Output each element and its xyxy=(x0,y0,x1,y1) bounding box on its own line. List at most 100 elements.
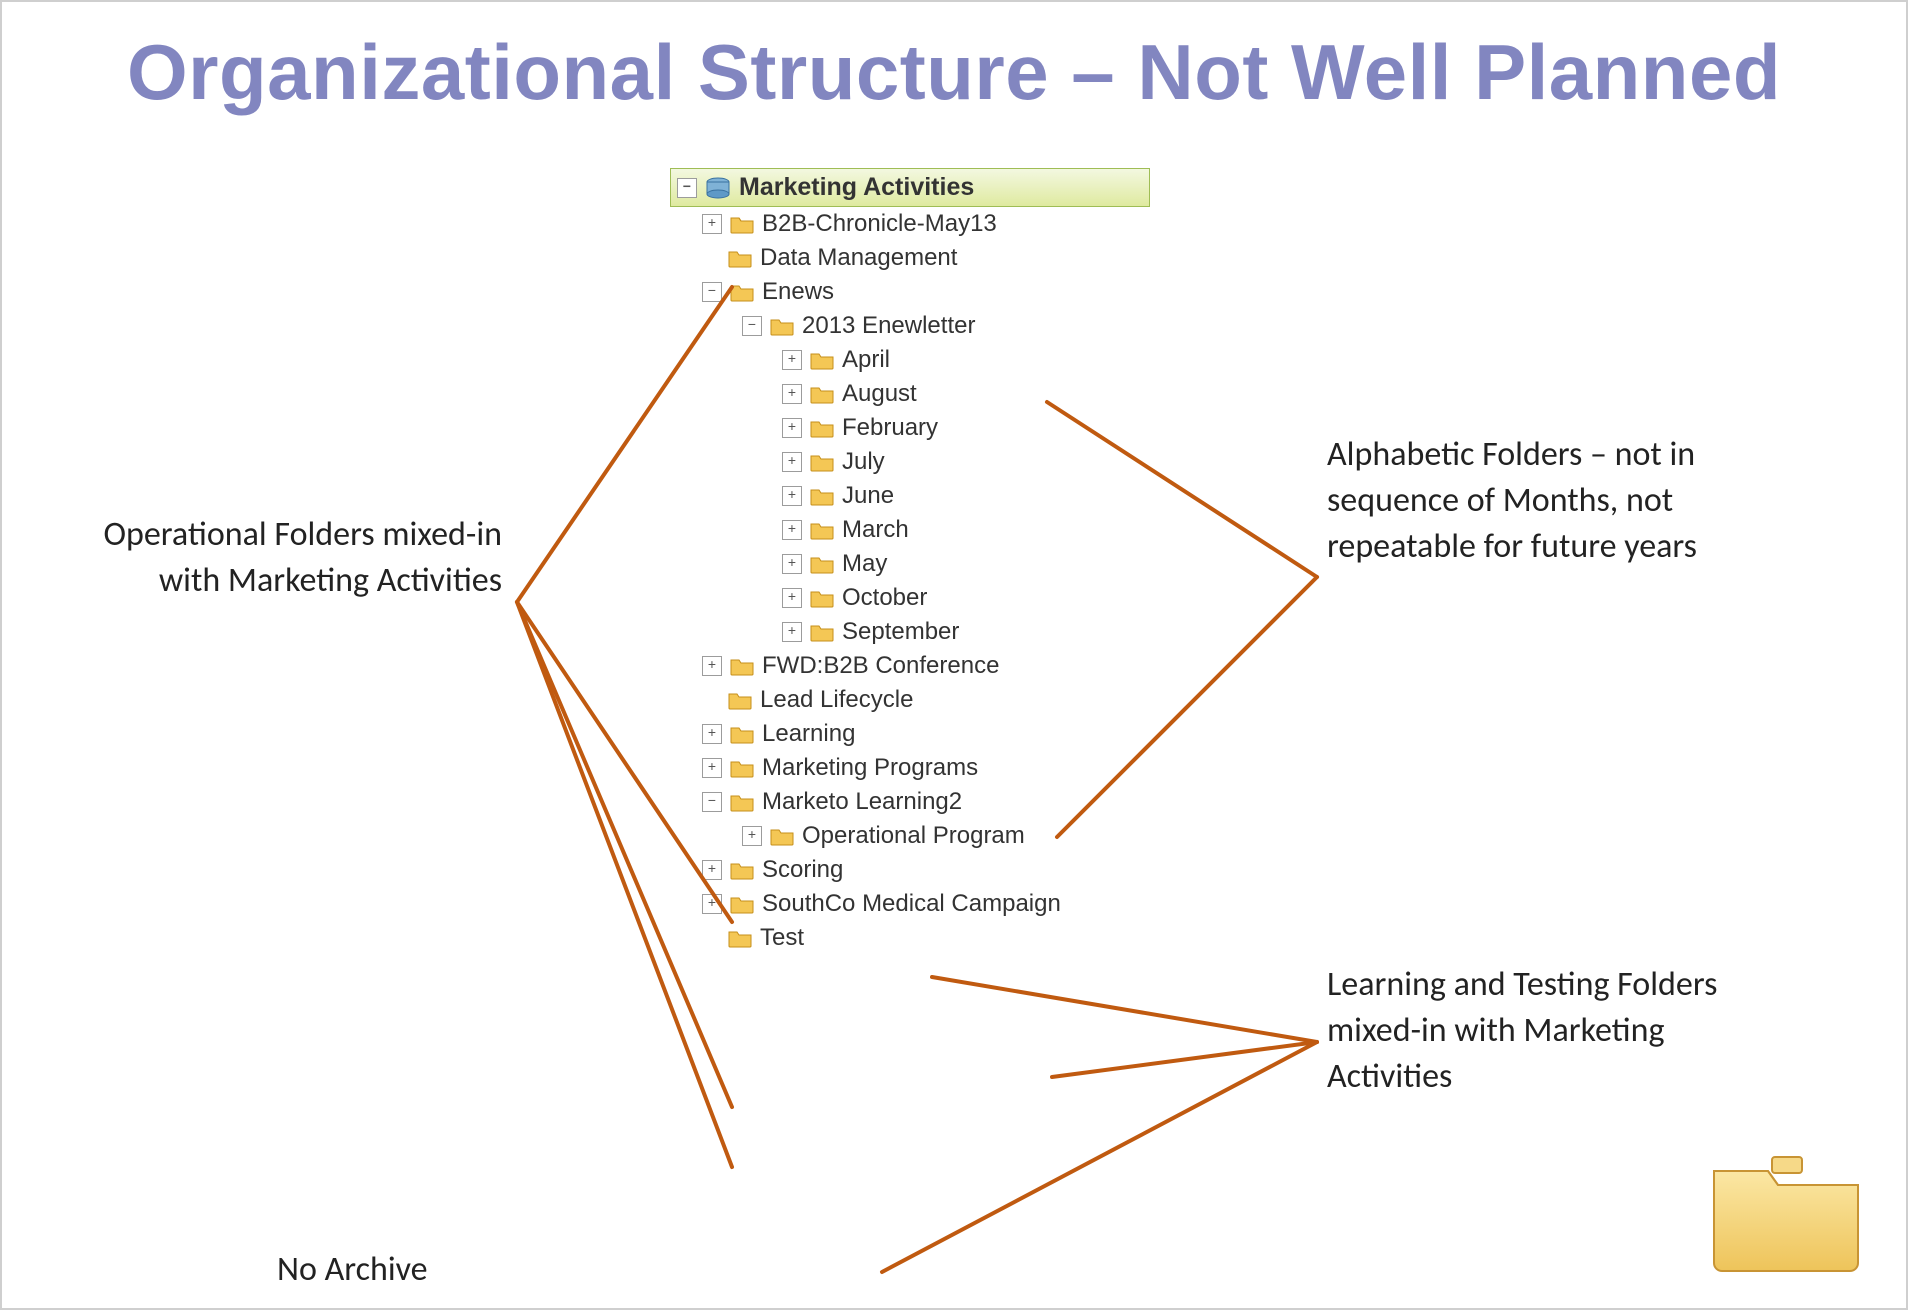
tree-item-label: B2B-Chronicle-May13 xyxy=(762,210,997,238)
folder-icon xyxy=(730,758,754,778)
expand-icon[interactable]: + xyxy=(702,894,722,914)
folder-icon xyxy=(730,282,754,302)
tree-item-label: Learning xyxy=(762,720,855,748)
tree-item-label: July xyxy=(842,448,885,476)
expand-icon[interactable]: + xyxy=(782,350,802,370)
expand-icon[interactable]: + xyxy=(782,588,802,608)
folder-icon xyxy=(730,860,754,880)
folder-icon xyxy=(810,554,834,574)
tree-item-opprogram[interactable]: + Operational Program xyxy=(670,819,1150,853)
tree-item-june[interactable]: + June xyxy=(670,479,1150,513)
folder-icon xyxy=(770,316,794,336)
tree-item-label: Marketing Programs xyxy=(762,754,978,782)
tree-item-mktolearn2[interactable]: − Marketo Learning2 xyxy=(670,785,1150,819)
collapse-icon[interactable]: − xyxy=(677,178,697,198)
tree-item-b2b[interactable]: + B2B-Chronicle-May13 xyxy=(670,207,1150,241)
spacer-icon xyxy=(702,249,720,267)
tree-item-scoring[interactable]: + Scoring xyxy=(670,853,1150,887)
annotation-operational-folders: Operational Folders mixed-in with Market… xyxy=(62,512,502,604)
tree-item-label: June xyxy=(842,482,894,510)
expand-icon[interactable]: + xyxy=(702,860,722,880)
folder-icon xyxy=(810,588,834,608)
folder-tree: − Marketing Activities + B2B-Chronicle-Ma… xyxy=(670,168,1150,955)
expand-icon[interactable]: + xyxy=(702,758,722,778)
expand-icon[interactable]: + xyxy=(782,486,802,506)
collapse-icon[interactable]: − xyxy=(742,316,762,336)
tree-item-label: Operational Program xyxy=(802,822,1025,850)
folder-icon xyxy=(728,928,752,948)
tree-item-label: SouthCo Medical Campaign xyxy=(762,890,1061,918)
tree-item-fwdb2b[interactable]: + FWD:B2B Conference xyxy=(670,649,1150,683)
large-folder-icon xyxy=(1706,1143,1866,1278)
expand-icon[interactable]: + xyxy=(782,418,802,438)
tree-item-may[interactable]: + May xyxy=(670,547,1150,581)
folder-icon xyxy=(770,826,794,846)
annotation-learning-testing: Learning and Testing Folders mixed-in wi… xyxy=(1327,962,1727,1100)
folder-icon xyxy=(810,622,834,642)
annotation-alphabetic-folders: Alphabetic Folders – not in sequence of … xyxy=(1327,432,1727,570)
tree-item-label: Test xyxy=(760,924,804,952)
tree-item-enews2013[interactable]: − 2013 Enewletter xyxy=(670,309,1150,343)
tree-item-label: October xyxy=(842,584,927,612)
tree-item-label: August xyxy=(842,380,917,408)
collapse-icon[interactable]: − xyxy=(702,792,722,812)
folder-icon xyxy=(810,384,834,404)
tree-item-september[interactable]: + September xyxy=(670,615,1150,649)
folder-icon xyxy=(728,690,752,710)
expand-icon[interactable]: + xyxy=(702,724,722,744)
tree-item-southco[interactable]: + SouthCo Medical Campaign xyxy=(670,887,1150,921)
collapse-icon[interactable]: − xyxy=(702,282,722,302)
tree-item-label: Enews xyxy=(762,278,834,306)
database-icon xyxy=(705,177,731,199)
tree-item-april[interactable]: + April xyxy=(670,343,1150,377)
slide-title: Organizational Structure – Not Well Plan… xyxy=(52,27,1856,118)
annotation-no-archive: No Archive xyxy=(277,1247,428,1293)
tree-item-october[interactable]: + October xyxy=(670,581,1150,615)
folder-icon xyxy=(730,792,754,812)
expand-icon[interactable]: + xyxy=(702,214,722,234)
folder-icon xyxy=(810,418,834,438)
root-label: Marketing Activities xyxy=(739,173,974,202)
folder-icon xyxy=(810,452,834,472)
expand-icon[interactable]: + xyxy=(782,384,802,404)
tree-item-label: February xyxy=(842,414,938,442)
folder-icon xyxy=(810,350,834,370)
expand-icon[interactable]: + xyxy=(782,554,802,574)
tree-item-label: March xyxy=(842,516,909,544)
folder-icon xyxy=(730,894,754,914)
folder-icon xyxy=(730,724,754,744)
tree-item-july[interactable]: + July xyxy=(670,445,1150,479)
expand-icon[interactable]: + xyxy=(782,520,802,540)
expand-icon[interactable]: + xyxy=(702,656,722,676)
folder-icon xyxy=(810,520,834,540)
tree-item-label: Scoring xyxy=(762,856,843,884)
tree-item-test[interactable]: Test xyxy=(670,921,1150,955)
tree-item-label: Lead Lifecycle xyxy=(760,686,913,714)
tree-item-enews[interactable]: − Enews xyxy=(670,275,1150,309)
tree-item-label: Data Management xyxy=(760,244,957,272)
tree-item-label: April xyxy=(842,346,890,374)
tree-item-label: 2013 Enewletter xyxy=(802,312,975,340)
tree-item-label: Marketo Learning2 xyxy=(762,788,962,816)
spacer-icon xyxy=(702,691,720,709)
expand-icon[interactable]: + xyxy=(782,622,802,642)
tree-item-leadlife[interactable]: Lead Lifecycle xyxy=(670,683,1150,717)
folder-icon xyxy=(810,486,834,506)
spacer-icon xyxy=(702,929,720,947)
expand-icon[interactable]: + xyxy=(742,826,762,846)
tree-item-datamgmt[interactable]: Data Management xyxy=(670,241,1150,275)
tree-item-label: FWD:B2B Conference xyxy=(762,652,999,680)
tree-item-august[interactable]: + August xyxy=(670,377,1150,411)
tree-item-label: May xyxy=(842,550,887,578)
tree-item-february[interactable]: + February xyxy=(670,411,1150,445)
tree-item-learning[interactable]: + Learning xyxy=(670,717,1150,751)
tree-item-march[interactable]: + March xyxy=(670,513,1150,547)
folder-icon xyxy=(728,248,752,268)
folder-icon xyxy=(730,656,754,676)
slide: Organizational Structure – Not Well Plan… xyxy=(0,0,1908,1310)
expand-icon[interactable]: + xyxy=(782,452,802,472)
tree-root[interactable]: − Marketing Activities xyxy=(670,168,1150,207)
folder-icon xyxy=(730,214,754,234)
tree-item-mktprog[interactable]: + Marketing Programs xyxy=(670,751,1150,785)
tree-item-label: September xyxy=(842,618,959,646)
